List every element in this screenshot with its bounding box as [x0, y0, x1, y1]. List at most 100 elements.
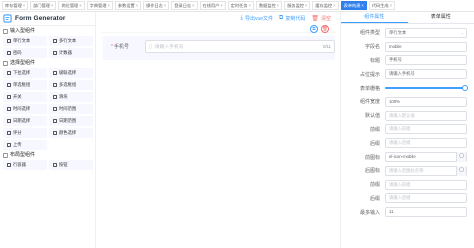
prop-input[interactable]: 请输入前缀 — [385, 179, 467, 190]
prop-input[interactable]: 11 — [385, 207, 467, 218]
tab-item[interactable]: 表单构建× — [340, 1, 367, 10]
component-icon — [53, 107, 57, 111]
char-counter: 0/11 — [323, 44, 331, 49]
form-canvas[interactable]: ⧉ 🗑 *手机号 ▯ 请输入手机号 0/11 — [101, 25, 337, 248]
export-vue-button[interactable]: ⤓ 导出vue文件 — [240, 15, 273, 22]
component-tile[interactable]: 日期选择 — [3, 116, 47, 126]
tab-item[interactable]: 在线用户× — [199, 1, 226, 10]
component-icon — [7, 143, 11, 147]
tab-component-props[interactable]: 组件属性 — [341, 12, 408, 23]
close-icon[interactable]: × — [277, 3, 279, 8]
component-icon — [7, 107, 11, 111]
prop-input[interactable]: mobile — [385, 41, 467, 52]
clear-button[interactable]: 🗑 清空 — [311, 15, 331, 22]
component-label: 计数器 — [59, 50, 72, 55]
component-label: 级联选择 — [59, 70, 77, 75]
component-icon — [7, 83, 11, 87]
prop-input[interactable]: 手机号 — [385, 55, 467, 66]
prop-input[interactable]: el-icon-mobile ▢ — [385, 152, 467, 163]
close-icon[interactable]: × — [192, 3, 194, 8]
prop-value: mobile — [389, 43, 402, 49]
close-icon[interactable]: × — [361, 3, 363, 8]
delete-item-icon[interactable]: 🗑 — [321, 25, 329, 33]
prop-input[interactable]: 请输入后缀 — [385, 193, 467, 204]
copy-code-button[interactable]: ⧉ 复制代码 — [279, 15, 305, 22]
tab-item[interactable]: 字典管理× — [86, 1, 113, 10]
component-tile[interactable]: 评分 — [3, 128, 47, 138]
component-tile[interactable]: 级联选择 — [49, 68, 93, 78]
component-label: 按钮 — [59, 162, 68, 167]
component-tile[interactable]: 单选框组 — [3, 80, 47, 90]
tab-item[interactable]: 参数设置× — [114, 1, 142, 10]
tab-item[interactable]: 岗位管理× — [58, 1, 85, 10]
prop-input[interactable]: 请输入前缀 — [385, 124, 467, 135]
prop-input[interactable]: 请输入默认值 — [385, 110, 467, 121]
tab-item[interactable]: 代码生成× — [368, 1, 396, 10]
component-tile[interactable]: 开关 — [3, 92, 47, 102]
close-icon[interactable]: × — [249, 3, 251, 8]
tab-label: 服务监控 — [287, 3, 304, 8]
close-icon[interactable]: × — [390, 3, 392, 8]
tab-item[interactable]: 操作日志× — [143, 1, 170, 10]
component-tile[interactable]: 时间范围 — [49, 104, 93, 114]
component-tile[interactable]: 多行文本 — [49, 36, 93, 46]
properties-panel: 组件属性 表单属性 组件类型 单行文本 ⌄ 字段名 mobile 标题 手机号 占位提示 请输入… — [340, 12, 474, 248]
row-actions: ⧉ 🗑 — [310, 25, 329, 33]
prop-label: 后图标 — [364, 168, 380, 175]
prop-label: 前缀 — [369, 126, 380, 133]
close-icon[interactable]: × — [23, 3, 25, 8]
component-icon — [7, 95, 11, 99]
tab-form-props[interactable]: 表单属性 — [408, 12, 474, 23]
tab-item[interactable]: 部门管理× — [30, 1, 57, 10]
prop-input[interactable]: 请输入后缀 — [385, 138, 467, 149]
component-tile[interactable]: 下拉选择 — [3, 68, 47, 78]
component-tile[interactable]: 行容器 — [3, 160, 47, 170]
tab-item[interactable]: 服务监控× — [284, 1, 311, 10]
choose-icon-button[interactable]: ▢ — [456, 165, 466, 176]
span-slider[interactable] — [385, 85, 468, 92]
tab-item[interactable]: 库存管理× — [2, 1, 29, 10]
component-panel: Form Generator 输入型组件 单行文本 多行文本 密码 计数器 选择型组件 下拉… — [0, 12, 96, 248]
prop-input[interactable]: 请输入手机号 — [385, 69, 467, 80]
component-tile[interactable]: 时间选择 — [3, 104, 47, 114]
close-icon[interactable]: × — [220, 3, 222, 8]
tab-item[interactable]: 数据监控× — [255, 1, 283, 10]
prop-input[interactable]: 100% — [385, 96, 467, 107]
component-label: 多行文本 — [59, 38, 77, 43]
slider-knob[interactable] — [462, 85, 468, 92]
component-tile[interactable]: 颜色选择 — [49, 128, 93, 138]
prop-label: 字段名 — [364, 44, 380, 51]
close-icon[interactable]: × — [136, 3, 138, 8]
tab-label: 定时任务 — [230, 3, 248, 8]
close-icon[interactable]: × — [164, 3, 166, 8]
group-title-text: 输入型组件 — [10, 28, 36, 34]
tab-item[interactable]: 定时任务× — [227, 1, 254, 10]
tab-item[interactable]: 缓存监控× — [312, 1, 339, 10]
component-tile[interactable]: 单行文本 — [3, 36, 47, 46]
component-tile[interactable]: 计数器 — [49, 48, 93, 58]
component-tile[interactable]: 日期范围 — [49, 116, 93, 126]
component-type-select[interactable]: 单行文本 ⌄ — [385, 27, 467, 38]
close-icon[interactable]: × — [79, 3, 81, 8]
close-icon[interactable]: × — [305, 3, 307, 8]
component-label: 时间选择 — [13, 106, 31, 111]
component-tile[interactable]: 按钮 — [49, 160, 93, 170]
prop-input[interactable]: 请输入后图标名称 ▢ — [385, 165, 467, 176]
choose-icon-button[interactable]: ▢ — [456, 152, 466, 163]
close-icon[interactable]: × — [333, 3, 335, 8]
copy-item-icon[interactable]: ⧉ — [310, 25, 318, 33]
close-icon[interactable]: × — [51, 3, 53, 8]
close-icon[interactable]: × — [107, 3, 109, 8]
component-tile[interactable]: 上传 — [3, 140, 47, 150]
toolbar: ⤓ 导出vue文件 ⧉ 复制代码 🗑 清空 — [240, 15, 331, 22]
component-label: 时间范围 — [59, 106, 77, 111]
tab-item[interactable]: 登录日志× — [171, 1, 198, 10]
component-tile[interactable]: 滑块 — [49, 92, 93, 102]
prop-label: 组件宽度 — [359, 99, 380, 106]
mobile-input[interactable]: ▯ 请输入手机号 0/11 — [145, 40, 335, 53]
prop-label: 最多输入 — [359, 209, 380, 216]
form-item-mobile[interactable]: ⧉ 🗑 *手机号 ▯ 请输入手机号 0/11 — [103, 25, 335, 60]
component-tile[interactable]: 密码 — [3, 48, 47, 58]
properties-tabs: 组件属性 表单属性 — [341, 12, 474, 24]
component-tile[interactable]: 多选框组 — [49, 80, 93, 90]
